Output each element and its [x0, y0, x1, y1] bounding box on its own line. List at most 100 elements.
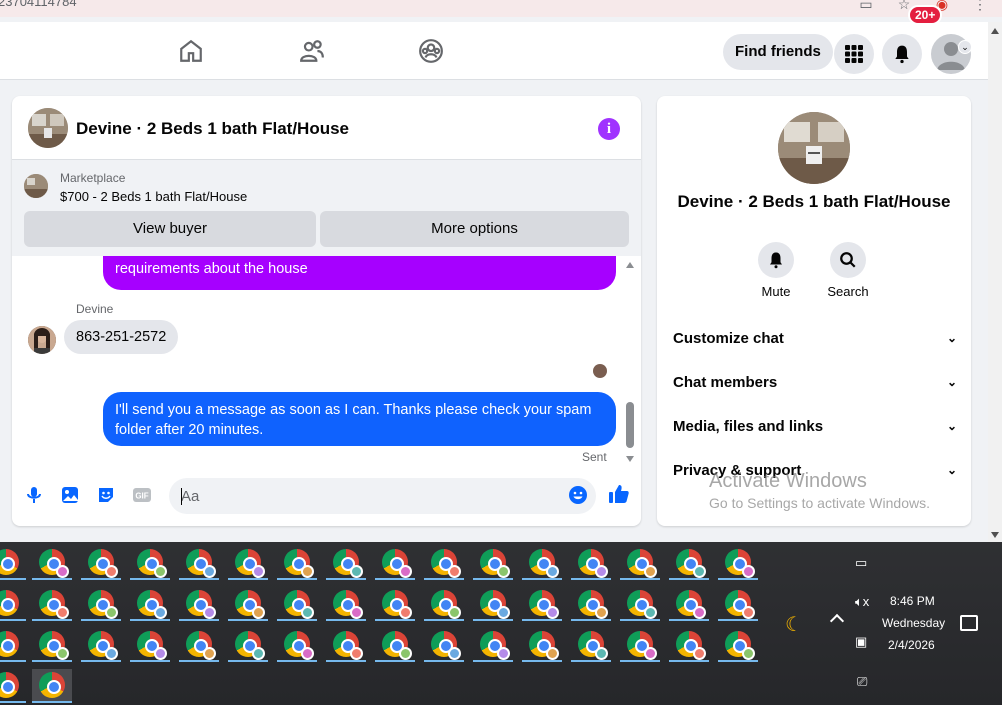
network-icon[interactable]: ▣ — [855, 634, 867, 650]
menu-grid-button[interactable] — [834, 34, 874, 74]
taskbar-chrome-window[interactable] — [130, 546, 170, 580]
taskbar-chrome-window[interactable] — [326, 546, 366, 580]
taskbar-chrome-window[interactable] — [571, 628, 611, 662]
taskbar-chrome-window[interactable] — [522, 546, 562, 580]
taskbar-chrome-window[interactable] — [424, 546, 464, 580]
taskbar-chrome-window[interactable] — [277, 587, 317, 621]
sender-avatar[interactable] — [28, 326, 56, 354]
taskbar-chrome-window[interactable] — [130, 587, 170, 621]
microphone-icon[interactable] — [24, 485, 44, 505]
mute-action[interactable]: Mute — [746, 242, 806, 299]
taskbar-chrome-window[interactable] — [669, 546, 709, 580]
taskbar-chrome-window[interactable] — [228, 587, 268, 621]
gif-icon[interactable]: GIF — [132, 485, 152, 505]
speaker-muted-icon[interactable]: 🔈︎x — [855, 594, 869, 610]
more-menu-icon[interactable]: ⋮ — [972, 0, 988, 12]
taskbar-chrome-window-active[interactable] — [32, 669, 72, 703]
listing-price-title[interactable]: $700 - 2 Beds 1 bath Flat/House — [60, 189, 247, 204]
taskbar-chrome-window[interactable] — [718, 587, 758, 621]
chat-scroll-up-icon[interactable] — [626, 262, 634, 268]
taskbar-chrome-window[interactable] — [0, 587, 26, 621]
taskbar-chrome-window[interactable] — [179, 546, 219, 580]
info-icon[interactable]: i — [598, 118, 620, 140]
taskbar-chrome-window[interactable] — [473, 587, 513, 621]
taskbar-chrome-window[interactable] — [32, 587, 72, 621]
clock-time[interactable]: 8:46 PM — [890, 594, 935, 608]
taskbar-chrome-window[interactable] — [326, 587, 366, 621]
like-thumb-icon[interactable] — [608, 483, 630, 505]
taskbar-chrome-window[interactable] — [375, 628, 415, 662]
account-menu-chevron-icon[interactable]: ⌄ — [958, 40, 972, 54]
taskbar-chrome-window[interactable] — [473, 546, 513, 580]
taskbar-chrome-window[interactable] — [669, 587, 709, 621]
night-light-moon-icon[interactable]: ☾ — [785, 612, 803, 637]
battery-icon[interactable]: ▭ — [855, 555, 867, 571]
url-fragment[interactable]: 23704114784 — [0, 0, 77, 9]
sticker-icon[interactable] — [96, 485, 116, 505]
notifications-button[interactable] — [882, 34, 922, 74]
incoming-message-bubble[interactable]: 863-251-2572 — [64, 320, 179, 354]
device-icon[interactable]: ⎚ — [857, 674, 867, 690]
taskbar-chrome-window[interactable] — [32, 628, 72, 662]
media-files-links-row[interactable]: Media, files and links ⌄ — [673, 412, 957, 440]
taskbar-chrome-window[interactable] — [718, 546, 758, 580]
taskbar-chrome-window[interactable] — [571, 587, 611, 621]
taskbar-chrome-window[interactable] — [179, 628, 219, 662]
chat-scroll-thumb[interactable] — [626, 402, 634, 448]
clock-day[interactable]: Wednesday — [882, 616, 945, 630]
taskbar-chrome-window[interactable] — [277, 628, 317, 662]
taskbar-chrome-window[interactable] — [0, 628, 26, 662]
taskbar-chrome-window[interactable] — [0, 669, 26, 703]
taskbar-chrome-window[interactable] — [32, 546, 72, 580]
view-buyer-button[interactable]: View buyer — [24, 211, 316, 247]
scroll-down-arrow-icon[interactable] — [991, 532, 999, 538]
taskbar-chrome-window[interactable] — [718, 628, 758, 662]
outgoing-message-bubble[interactable]: I'll send you a message as soon as I can… — [103, 392, 616, 446]
page-scrollbar[interactable] — [988, 22, 1002, 542]
chat-scrollbar[interactable] — [623, 260, 637, 464]
taskbar-chrome-window[interactable] — [0, 546, 26, 580]
taskbar-chrome-window[interactable] — [81, 587, 121, 621]
chat-scroll-down-icon[interactable] — [626, 456, 634, 462]
outgoing-message-bubble[interactable]: requirements about the house — [103, 256, 616, 290]
friends-icon[interactable] — [299, 38, 325, 64]
message-input[interactable] — [169, 478, 596, 514]
taskbar-chrome-window[interactable] — [81, 628, 121, 662]
chat-members-row[interactable]: Chat members ⌄ — [673, 368, 957, 396]
taskbar-chrome-window[interactable] — [130, 628, 170, 662]
taskbar-chrome-window[interactable] — [277, 546, 317, 580]
taskbar-chrome-window[interactable] — [424, 628, 464, 662]
taskbar-chrome-window[interactable] — [620, 587, 660, 621]
clock-date[interactable]: 2/4/2026 — [888, 638, 935, 652]
search-action[interactable]: Search — [818, 242, 878, 299]
more-options-button[interactable]: More options — [320, 211, 629, 247]
home-icon[interactable] — [178, 38, 204, 64]
taskbar-chrome-window[interactable] — [375, 546, 415, 580]
taskbar-chrome-window[interactable] — [375, 587, 415, 621]
taskbar-chrome-window[interactable] — [620, 628, 660, 662]
taskbar-chrome-window[interactable] — [571, 546, 611, 580]
listing-avatar-large[interactable] — [778, 112, 850, 184]
taskbar-chrome-window[interactable] — [326, 628, 366, 662]
taskbar-chrome-window[interactable] — [522, 628, 562, 662]
notification-center-icon[interactable] — [960, 615, 978, 631]
taskbar-chrome-window[interactable] — [228, 628, 268, 662]
taskbar-chrome-window[interactable] — [669, 628, 709, 662]
cast-icon[interactable]: ▭ — [858, 0, 874, 12]
taskbar-chrome-window[interactable] — [620, 546, 660, 580]
taskbar-chrome-window[interactable] — [228, 546, 268, 580]
photo-icon[interactable] — [60, 485, 80, 505]
find-friends-button[interactable]: Find friends — [723, 34, 833, 70]
taskbar-chrome-window[interactable] — [473, 628, 513, 662]
taskbar-chrome-window[interactable] — [179, 587, 219, 621]
listing-thumbnail[interactable] — [24, 174, 48, 198]
taskbar-chrome-window[interactable] — [522, 587, 562, 621]
customize-chat-row[interactable]: Customize chat ⌄ — [673, 324, 957, 352]
chat-title[interactable]: Devine · 2 Beds 1 bath Flat/House — [76, 119, 349, 139]
scroll-up-arrow-icon[interactable] — [991, 28, 999, 34]
taskbar-chrome-window[interactable] — [424, 587, 464, 621]
listing-avatar[interactable] — [28, 108, 68, 148]
groups-icon[interactable] — [418, 38, 444, 64]
emoji-icon[interactable] — [568, 485, 588, 505]
taskbar-chrome-window[interactable] — [81, 546, 121, 580]
